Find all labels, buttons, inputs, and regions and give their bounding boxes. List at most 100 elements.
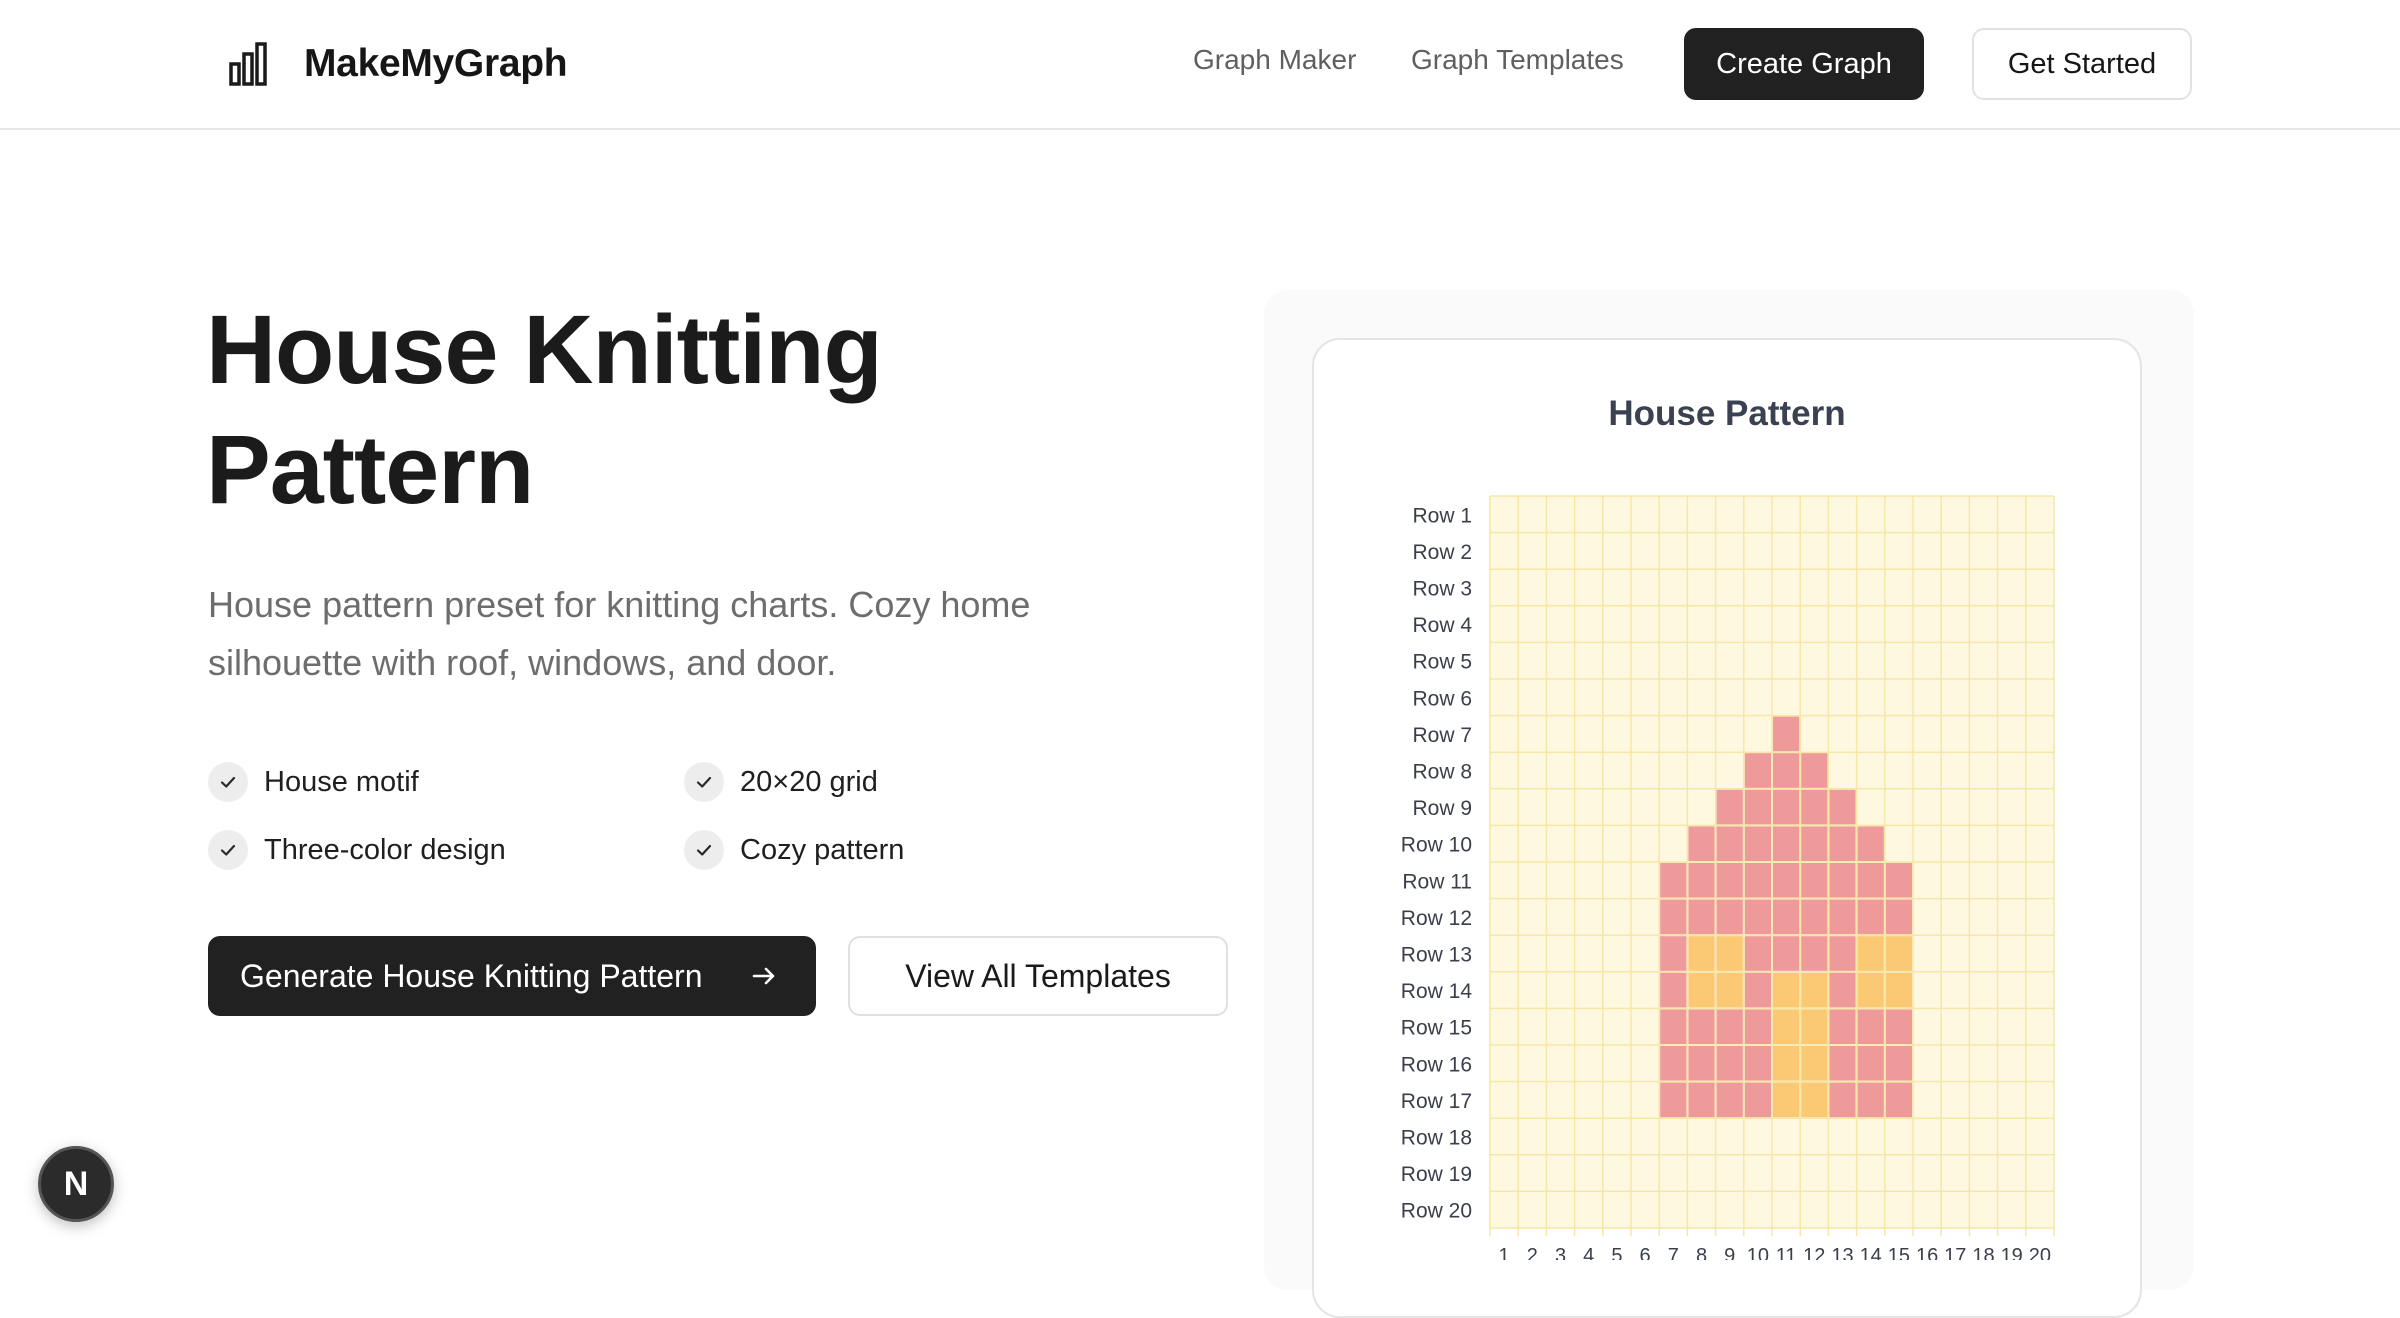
window-door-stitch [1773,1082,1800,1118]
house-stitch [1801,936,1828,971]
check-icon [208,762,248,802]
house-stitch [1716,826,1743,861]
create-graph-button[interactable]: Create Graph [1684,28,1924,100]
feature-label: Cozy pattern [740,833,905,866]
column-label: 4 [1583,1245,1594,1260]
window-door-stitch [1773,972,1800,1008]
house-stitch [1688,863,1715,898]
bar-chart-icon [229,42,267,86]
house-stitch [1829,1082,1856,1118]
row-label: Row 13 [1401,944,1472,967]
house-stitch [1801,826,1828,861]
house-stitch [1801,789,1828,825]
column-label: 3 [1555,1245,1566,1260]
row-label: Row 18 [1401,1127,1472,1150]
house-stitch [1857,1082,1884,1118]
house-stitch [1829,789,1856,825]
house-stitch [1716,1082,1743,1118]
nav-graph-maker[interactable]: Graph Maker [1193,44,1356,76]
window-door-stitch [1801,972,1828,1008]
column-label: 20 [2029,1245,2051,1260]
nav-graph-templates[interactable]: Graph Templates [1411,44,1624,76]
window-door-stitch [1716,936,1743,971]
row-label: Row 7 [1412,724,1472,747]
column-label: 17 [1944,1245,1966,1260]
page-title: House Knitting Pattern [206,295,883,524]
feature-item: 20×20 grid [684,762,878,802]
window-door-stitch [1801,1082,1828,1118]
window-door-stitch [1773,1009,1800,1044]
feature-label: Three-color design [264,833,506,866]
feature-item: Cozy pattern [684,830,904,870]
column-label: 6 [1640,1245,1651,1260]
house-stitch [1716,899,1743,935]
house-stitch [1773,753,1800,788]
chart-title: House Pattern [1608,394,1846,433]
house-stitch [1885,863,1912,898]
house-stitch [1885,1082,1912,1118]
column-label: 1 [1499,1245,1510,1260]
house-stitch [1773,826,1800,861]
feature-item: House motif [208,762,419,802]
house-stitch [1773,936,1800,971]
view-all-templates-button[interactable]: View All Templates [848,936,1228,1016]
house-stitch [1744,936,1771,971]
house-stitch [1857,1046,1884,1081]
feature-item: Three-color design [208,830,506,870]
page-description: House pattern preset for knitting charts… [208,584,1031,683]
house-stitch [1829,936,1856,971]
column-label: 5 [1611,1245,1622,1260]
house-stitch [1688,1009,1715,1044]
window-door-stitch [1885,972,1912,1008]
house-stitch [1744,789,1771,825]
house-stitch [1857,1009,1884,1044]
house-stitch [1688,1082,1715,1118]
house-stitch [1829,972,1856,1008]
house-stitch [1744,1082,1771,1118]
house-stitch [1744,826,1771,861]
house-stitch [1857,826,1884,861]
house-stitch [1744,972,1771,1008]
house-stitch [1716,1009,1743,1044]
next-badge-button[interactable]: N [38,1146,114,1222]
house-stitch [1857,863,1884,898]
row-label: Row 19 [1401,1163,1472,1186]
house-stitch [1829,863,1856,898]
column-label: 16 [1916,1245,1938,1260]
generate-pattern-button[interactable]: Generate House Knitting Pattern [208,936,816,1016]
feature-label: House motif [264,765,419,798]
house-stitch [1688,1046,1715,1081]
row-label: Row 1 [1412,504,1472,527]
top-navbar: MakeMyGraph Graph Maker Graph Templates … [0,0,2400,130]
arrow-right-icon [752,967,775,985]
window-door-stitch [1801,1046,1828,1081]
column-label: 2 [1527,1245,1538,1260]
house-stitch [1660,1046,1687,1081]
house-stitch [1744,753,1771,788]
house-stitch [1885,899,1912,935]
brand-logo[interactable]: MakeMyGraph [228,40,568,88]
house-stitch [1885,1009,1912,1044]
house-stitch [1885,1046,1912,1081]
column-label: 13 [1831,1245,1853,1260]
house-stitch [1829,826,1856,861]
house-stitch [1773,899,1800,935]
house-stitch [1829,1009,1856,1044]
house-stitch [1660,863,1687,898]
window-door-stitch [1857,936,1884,971]
row-label: Row 14 [1401,980,1473,1003]
column-label: 11 [1776,1245,1797,1260]
column-label: 8 [1696,1245,1707,1260]
row-label: Row 5 [1412,651,1472,674]
house-stitch [1829,899,1856,935]
brand-name: MakeMyGraph [304,42,568,85]
house-stitch [1660,972,1687,1008]
row-label: Row 2 [1412,541,1472,564]
column-label: 15 [1888,1245,1910,1260]
get-started-button[interactable]: Get Started [1972,28,2192,100]
window-door-stitch [1773,1046,1800,1081]
house-stitch [1744,899,1771,935]
house-stitch [1660,1082,1687,1118]
window-door-stitch [1688,972,1715,1008]
row-label: Row 3 [1412,578,1472,601]
